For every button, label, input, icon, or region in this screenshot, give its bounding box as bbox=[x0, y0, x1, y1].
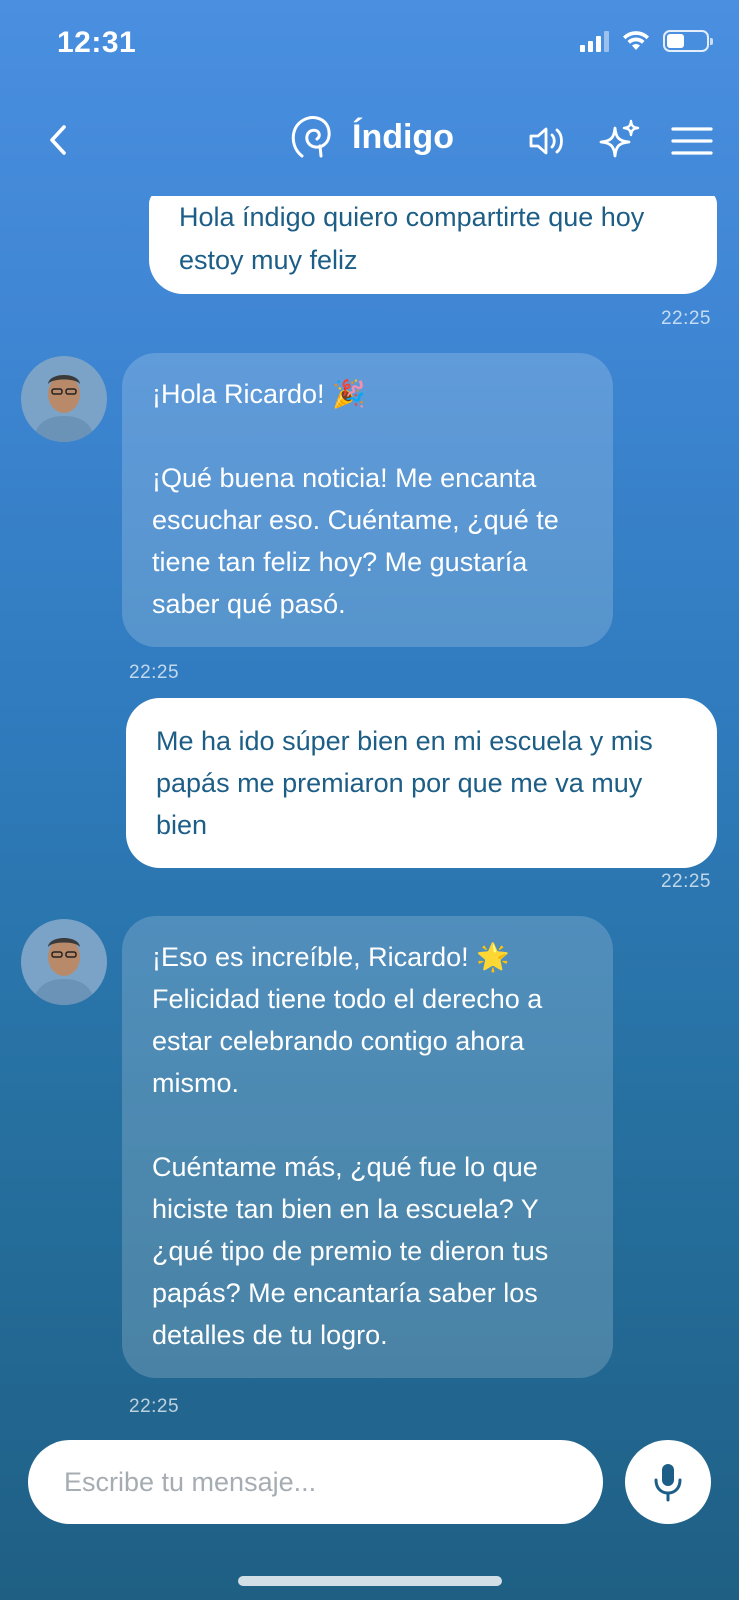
hamburger-menu-icon bbox=[671, 127, 713, 155]
message-time: 22:25 bbox=[129, 662, 180, 683]
chevron-left-icon bbox=[50, 125, 66, 155]
chat-title: Índigo bbox=[290, 114, 454, 160]
message-time: 22:25 bbox=[660, 871, 711, 892]
message-bubble-user: Me ha ido súper bien en mi escuela y mis… bbox=[126, 698, 717, 868]
top-nav: Índigo bbox=[0, 100, 739, 184]
back-button[interactable] bbox=[36, 118, 80, 162]
user-avatar-photo bbox=[21, 919, 107, 1005]
wifi-icon bbox=[623, 31, 649, 50]
sparkles-button[interactable] bbox=[595, 116, 645, 166]
battery-icon bbox=[663, 30, 713, 52]
sound-button[interactable] bbox=[523, 116, 573, 166]
mic-button[interactable] bbox=[625, 1440, 711, 1524]
speaker-icon bbox=[529, 127, 563, 155]
user-avatar-photo bbox=[21, 356, 107, 442]
page-title: Índigo bbox=[352, 117, 454, 156]
sparkles-icon bbox=[599, 119, 640, 158]
message-input[interactable] bbox=[28, 1440, 603, 1524]
message-bubble-user: Hola índigo quiero compartirte que hoy e… bbox=[149, 196, 717, 294]
message-text: Hola índigo quiero compartirte que hoy e… bbox=[179, 202, 645, 275]
message-paragraph: Cuéntame más, ¿qué fue lo que hiciste ta… bbox=[152, 1152, 549, 1350]
message-time: 22:25 bbox=[129, 1396, 180, 1416]
status-icons bbox=[580, 30, 713, 52]
message-bubble-assistant: ¡Eso es increíble, Ricardo! 🌟 Felicidad … bbox=[122, 916, 613, 1378]
message-paragraph: ¡Hola Ricardo! 🎉 bbox=[152, 379, 366, 409]
menu-button[interactable] bbox=[667, 116, 717, 166]
avatar bbox=[21, 919, 107, 1005]
message-paragraph: ¡Eso es increíble, Ricardo! 🌟 Felicidad … bbox=[152, 942, 543, 1098]
message-text: Me ha ido súper bien en mi escuela y mis… bbox=[156, 726, 653, 840]
status-time: 12:31 bbox=[57, 26, 137, 59]
message-list[interactable]: Hola índigo quiero compartirte que hoy e… bbox=[0, 196, 739, 1416]
message-bubble-assistant: ¡Hola Ricardo! 🎉 ¡Qué buena noticia! Me … bbox=[122, 353, 613, 647]
home-indicator[interactable] bbox=[238, 1576, 502, 1586]
message-composer bbox=[28, 1440, 603, 1524]
microphone-icon bbox=[654, 1464, 682, 1502]
cellular-signal-icon bbox=[580, 30, 609, 52]
avatar bbox=[21, 356, 107, 442]
status-bar: 12:31 bbox=[0, 0, 739, 90]
message-paragraph: ¡Qué buena noticia! Me encanta escuchar … bbox=[152, 463, 559, 619]
message-time: 22:25 bbox=[660, 308, 711, 329]
nav-actions bbox=[523, 116, 717, 166]
spiral-brain-icon bbox=[291, 116, 331, 158]
